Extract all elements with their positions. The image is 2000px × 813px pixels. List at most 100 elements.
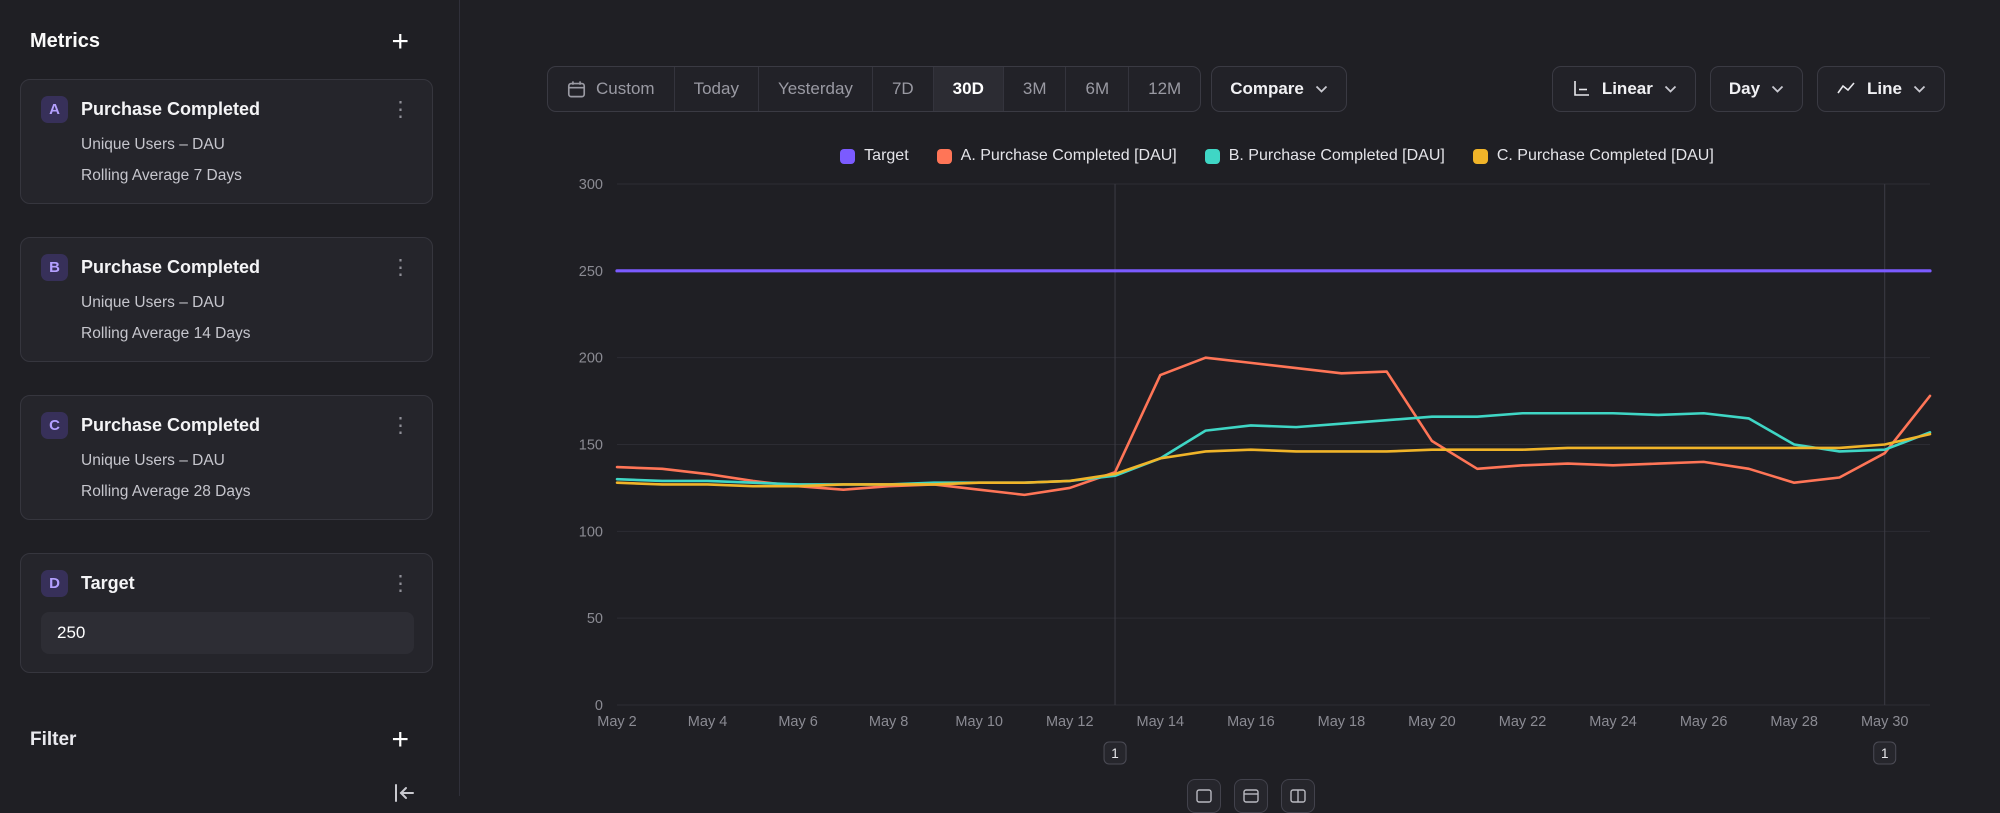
legend-label: B. Purchase Completed [DAU] <box>1229 147 1445 165</box>
y-axis-label: 200 <box>579 351 603 367</box>
chart-toolbar: Custom Today Yesterday 7D 30D 3M 6M 12M Compare… <box>547 66 1945 112</box>
chart-action-button-1[interactable] <box>1187 779 1221 813</box>
date-range-picker: Custom Today Yesterday 7D 30D 3M 6M 12M <box>547 66 1201 112</box>
metric-badge: B <box>41 254 68 281</box>
y-axis-label: 150 <box>579 438 603 454</box>
series-line[interactable] <box>617 434 1930 486</box>
kebab-menu-icon[interactable]: ⋮ <box>387 417 414 435</box>
metric-card-b[interactable]: B Purchase Completed ⋮ Unique Users – DA… <box>20 237 433 362</box>
annotation-badge-label: 1 <box>1881 746 1889 761</box>
range-label: 6M <box>1085 79 1109 99</box>
chevron-down-icon <box>1771 85 1784 93</box>
calendar-icon <box>567 80 586 99</box>
filter-header: Filter + <box>0 729 459 751</box>
axis-scale-icon <box>1571 79 1591 99</box>
target-card[interactable]: D Target ⋮ <box>20 553 433 673</box>
kebab-menu-icon[interactable]: ⋮ <box>387 259 414 277</box>
range-30d[interactable]: 30D <box>933 67 1003 111</box>
y-axis-label: 250 <box>579 264 603 280</box>
metric-badge: A <box>41 96 68 123</box>
kebab-menu-icon[interactable]: ⋮ <box>387 575 414 593</box>
metric-subtitle: Unique Users – DAU <box>81 294 414 312</box>
x-axis-label: May 14 <box>1137 714 1185 730</box>
range-custom[interactable]: Custom <box>548 67 674 111</box>
range-12m[interactable]: 12M <box>1128 67 1200 111</box>
x-axis-label: May 4 <box>688 714 728 730</box>
chevron-down-icon <box>1913 85 1926 93</box>
range-label: Yesterday <box>778 79 853 99</box>
x-axis-label: May 20 <box>1408 714 1456 730</box>
metric-badge: C <box>41 412 68 439</box>
metric-subtitle: Unique Users – DAU <box>81 136 414 154</box>
range-label: Custom <box>596 79 655 99</box>
x-axis-label: May 12 <box>1046 714 1094 730</box>
filter-title: Filter <box>30 729 76 751</box>
legend-item[interactable]: Target <box>840 147 908 165</box>
range-label: Today <box>694 79 739 99</box>
range-yesterday[interactable]: Yesterday <box>758 67 872 111</box>
chart-type-label: Line <box>1867 79 1902 99</box>
x-axis-label: May 8 <box>869 714 909 730</box>
metrics-title: Metrics <box>30 30 100 53</box>
compare-button[interactable]: Compare <box>1211 66 1347 112</box>
metric-card-list: A Purchase Completed ⋮ Unique Users – DA… <box>0 79 459 673</box>
chart-action-button-2[interactable] <box>1234 779 1268 813</box>
metric-title: Purchase Completed <box>81 257 387 278</box>
x-axis-label: May 6 <box>778 714 818 730</box>
metric-detail: Rolling Average 28 Days <box>81 483 414 501</box>
chart-type-button[interactable]: Line <box>1817 66 1945 112</box>
legend-swatch <box>840 149 855 164</box>
line-chart: 0 50 100 150 200 250 300 1 1 May 2 May 4 May 6 May 8… <box>541 170 1941 770</box>
chart-canvas: 0 50 100 150 200 250 300 1 1 May 2 May 4 May 6 May 8… <box>541 170 1941 770</box>
target-title: Target <box>81 573 387 594</box>
x-axis-label: May 22 <box>1499 714 1547 730</box>
metric-badge: D <box>41 570 68 597</box>
range-label: 12M <box>1148 79 1181 99</box>
legend-swatch <box>937 149 952 164</box>
x-axis-label: May 2 <box>597 714 637 730</box>
legend-item[interactable]: A. Purchase Completed [DAU] <box>937 147 1177 165</box>
range-3m[interactable]: 3M <box>1003 67 1066 111</box>
legend-label: C. Purchase Completed [DAU] <box>1497 147 1714 165</box>
x-axis-label: May 28 <box>1770 714 1818 730</box>
x-axis-label: May 16 <box>1227 714 1275 730</box>
legend-label: Target <box>864 147 908 165</box>
legend-item[interactable]: C. Purchase Completed [DAU] <box>1473 147 1714 165</box>
x-axis-label: May 30 <box>1861 714 1909 730</box>
y-axis-label: 0 <box>595 698 603 714</box>
x-axis-label: May 26 <box>1680 714 1728 730</box>
scale-label: Linear <box>1602 79 1653 99</box>
chart-action-button-3[interactable] <box>1281 779 1315 813</box>
metric-card-c[interactable]: C Purchase Completed ⋮ Unique Users – DA… <box>20 395 433 520</box>
range-label: 30D <box>953 79 984 99</box>
range-6m[interactable]: 6M <box>1065 67 1128 111</box>
range-today[interactable]: Today <box>674 67 758 111</box>
x-axis-label: May 24 <box>1589 714 1637 730</box>
add-filter-button[interactable]: + <box>391 729 409 751</box>
legend-item[interactable]: B. Purchase Completed [DAU] <box>1205 147 1445 165</box>
target-value-input[interactable] <box>41 612 414 654</box>
line-chart-icon <box>1836 79 1856 99</box>
metric-detail: Rolling Average 14 Days <box>81 325 414 343</box>
chart-bottom-toolbar <box>1187 779 1315 813</box>
y-axis-label: 300 <box>579 177 603 193</box>
chevron-down-icon <box>1664 85 1677 93</box>
kebab-menu-icon[interactable]: ⋮ <box>387 101 414 119</box>
add-metric-button[interactable]: + <box>391 31 409 53</box>
metric-detail: Rolling Average 7 Days <box>81 167 414 185</box>
metric-card-a[interactable]: A Purchase Completed ⋮ Unique Users – DA… <box>20 79 433 204</box>
granularity-button[interactable]: Day <box>1710 66 1803 112</box>
chart-panel: Custom Today Yesterday 7D 30D 3M 6M 12M Compare… <box>461 0 2000 796</box>
legend-swatch <box>1205 149 1220 164</box>
y-axis-label: 100 <box>579 524 603 540</box>
range-7d[interactable]: 7D <box>872 67 933 111</box>
x-axis-label: May 18 <box>1318 714 1366 730</box>
range-label: 3M <box>1023 79 1047 99</box>
scale-button[interactable]: Linear <box>1552 66 1696 112</box>
range-label: 7D <box>892 79 914 99</box>
y-axis-label: 50 <box>587 611 603 627</box>
annotation-badge-label: 1 <box>1111 746 1119 761</box>
collapse-sidebar-icon[interactable] <box>391 780 417 809</box>
compare-label: Compare <box>1230 79 1304 99</box>
chart-legend: Target A. Purchase Completed [DAU] B. Purc… <box>617 147 1937 165</box>
